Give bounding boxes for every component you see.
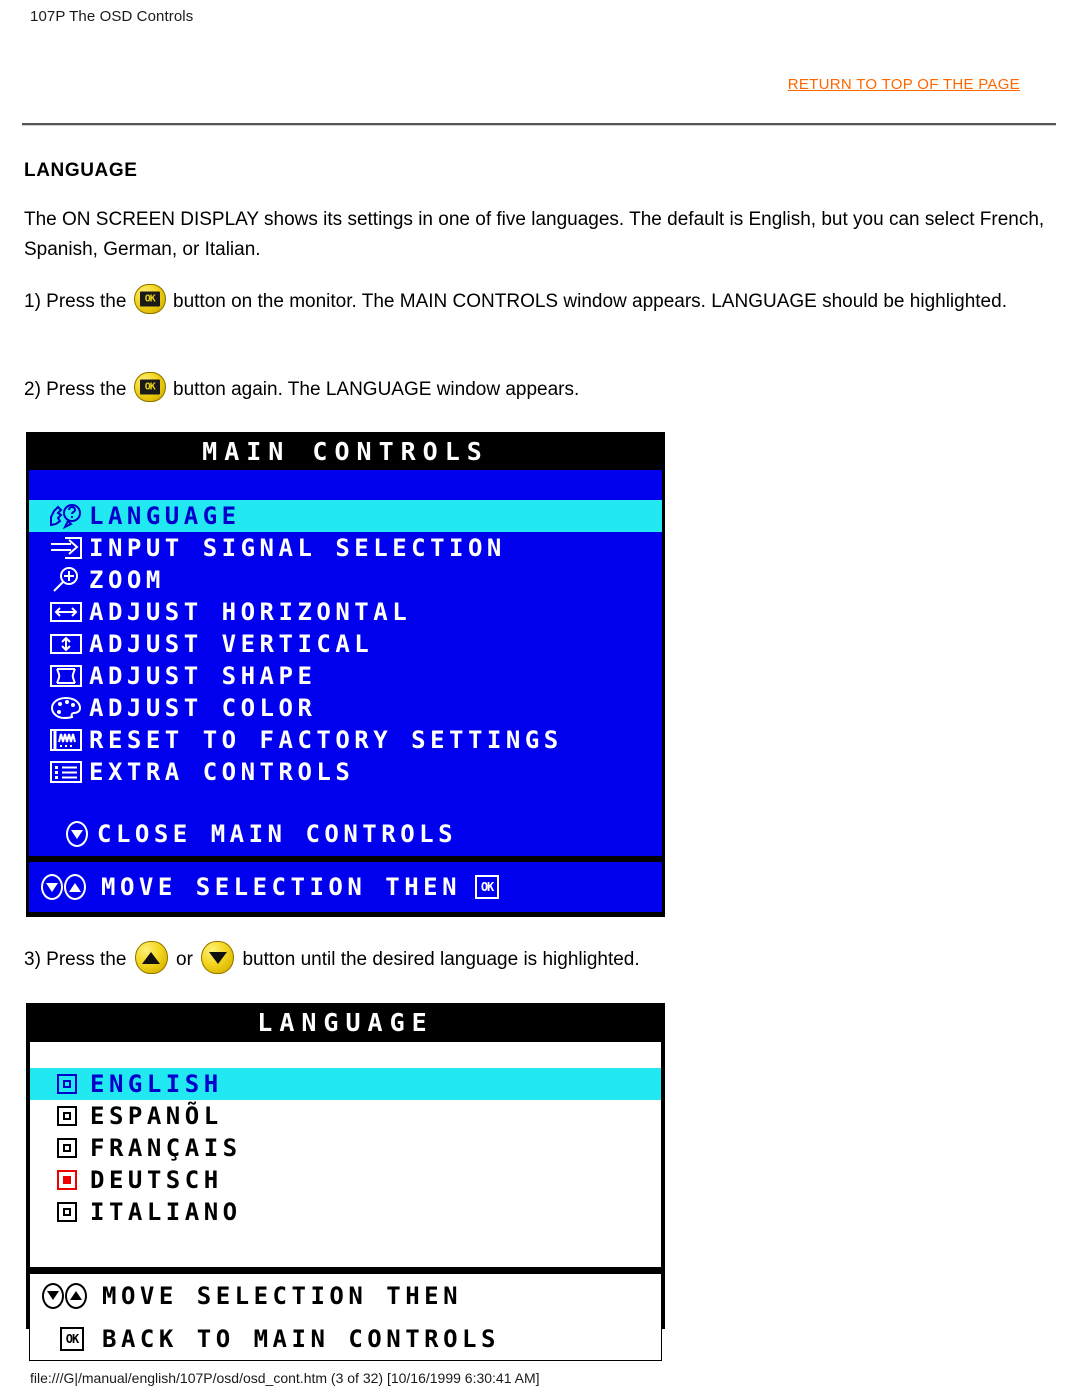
step-1-text-after: button on the monitor. The MAIN CONTROLS…	[173, 291, 1007, 312]
osd-menu-item-adjust-vertical[interactable]: ADJUST VERTICAL	[29, 628, 662, 660]
osd-menu-item-label: EXTRA CONTROLS	[89, 758, 355, 786]
osd-menu-item-label: RESET TO FACTORY SETTINGS	[89, 726, 563, 754]
step-1: 1) Press the OK button on the monitor. T…	[24, 283, 1054, 321]
osd-language-hint-row-1: MOVE SELECTION THEN	[30, 1274, 661, 1317]
list-lines-icon	[43, 760, 89, 784]
osd-menu-item-label: INPUT SIGNAL SELECTION	[89, 534, 506, 562]
osd-language-hint-label-1: MOVE SELECTION THEN	[102, 1281, 463, 1310]
osd-menu-item-reset-to-factory-settings[interactable]: RESET TO FACTORY SETTINGS	[29, 724, 662, 756]
osd-menu-item-adjust-color[interactable]: ADJUST COLOR	[29, 692, 662, 724]
osd-language-option-deutsch[interactable]: DEUTSCH	[30, 1164, 661, 1196]
arrows-horizontal-icon	[43, 601, 89, 623]
osd-language-option-label: ESPANÕL	[90, 1102, 223, 1130]
ok-box-icon: OK	[42, 1326, 102, 1351]
osd-menu-item-label: CLOSE MAIN CONTROLS	[97, 820, 458, 848]
ok-glyph: OK	[139, 379, 160, 395]
osd-main-footer: MOVE SELECTION THEN OK	[29, 862, 662, 912]
osd-language-option-list: ENGLISH ESPANÕL FRANÇAIS DEUTSCH ITALIAN…	[29, 1041, 662, 1268]
step-3: 3) Press the or button until the desired…	[24, 941, 1054, 979]
osd-menu-item-input-signal-selection[interactable]: INPUT SIGNAL SELECTION	[29, 532, 662, 564]
osd-main-hint-row: MOVE SELECTION THEN OK	[29, 862, 662, 912]
osd-menu-item-label: ADJUST COLOR	[89, 694, 317, 722]
horizontal-divider	[22, 123, 1056, 126]
page-title: LANGUAGE	[24, 160, 138, 181]
osd-menu-item-close-main-controls[interactable]: CLOSE MAIN CONTROLS	[29, 818, 662, 850]
osd-menu-item-label: ADJUST VERTICAL	[89, 630, 374, 658]
radio-button-selected-icon[interactable]	[44, 1170, 90, 1190]
osd-menu-item-zoom[interactable]: ZOOM	[29, 564, 662, 596]
osd-language-footer: MOVE SELECTION THEN OK BACK TO MAIN CONT…	[29, 1273, 662, 1361]
file-path-footer: file:///G|/manual/english/107P/osd/osd_c…	[30, 1370, 540, 1386]
osd-language-option-espanol[interactable]: ESPANÕL	[30, 1100, 661, 1132]
osd-main-menu-list: LANGUAGE INPUT SIGNAL SELECTION ZOOM ADJ…	[29, 470, 662, 856]
osd-main-title: MAIN CONTROLS	[27, 433, 664, 470]
step-2-text-after: button again. The LANGUAGE window appear…	[173, 379, 580, 400]
breadcrumb: 107P The OSD Controls	[30, 8, 194, 25]
reset-waveform-icon	[43, 728, 89, 752]
up-arrow-button-icon[interactable]	[134, 941, 168, 974]
osd-language-option-italiano[interactable]: ITALIANO	[30, 1196, 661, 1228]
arrows-vertical-icon	[43, 633, 89, 655]
step-2-text-before: 2) Press the	[24, 379, 127, 400]
osd-menu-item-adjust-horizontal[interactable]: ADJUST HORIZONTAL	[29, 596, 662, 628]
magnifier-plus-icon	[43, 566, 89, 594]
ok-glyph: OK	[139, 291, 160, 307]
osd-menu-item-adjust-shape[interactable]: ADJUST SHAPE	[29, 660, 662, 692]
osd-menu-item-label: ZOOM	[89, 566, 165, 594]
osd-menu-item-label: LANGUAGE	[89, 502, 241, 530]
osd-language-option-label: FRANÇAIS	[90, 1134, 242, 1162]
osd-menu-item-extra-controls[interactable]: EXTRA CONTROLS	[29, 756, 662, 788]
osd-language-title: LANGUAGE	[27, 1004, 664, 1041]
osd-language-option-english[interactable]: ENGLISH	[30, 1068, 661, 1100]
step-3-text-after: button until the desired language is hig…	[242, 949, 640, 970]
return-link-container: RETURN TO TOP OF THE PAGE	[0, 76, 1020, 94]
intro-paragraph: The ON SCREEN DISPLAY shows its settings…	[24, 209, 1045, 260]
step-3-or: or	[176, 949, 193, 970]
osd-language-option-francais[interactable]: FRANÇAIS	[30, 1132, 661, 1164]
osd-menu-item-label: ADJUST SHAPE	[89, 662, 317, 690]
radio-button-icon[interactable]	[44, 1202, 90, 1222]
step-3-text-before: 3) Press the	[24, 949, 127, 970]
step-1-text-before: 1) Press the	[24, 291, 127, 312]
osd-main-controls-window: MAIN CONTROLS LANGUAGE INPUT SIGNAL SELE…	[26, 432, 665, 917]
color-palette-icon	[43, 695, 89, 721]
shape-frame-icon	[43, 664, 89, 688]
radio-button-icon[interactable]	[44, 1074, 90, 1094]
osd-menu-item-label: ADJUST HORIZONTAL	[89, 598, 412, 626]
osd-ok-button-icon[interactable]: OK	[133, 372, 166, 402]
step-2: 2) Press the OK button again. The LANGUA…	[24, 371, 1054, 409]
osd-ok-button-icon[interactable]: OK	[133, 284, 166, 314]
osd-menu-spacer	[29, 788, 662, 818]
radio-button-icon[interactable]	[44, 1106, 90, 1126]
osd-main-hint-label: MOVE SELECTION THEN	[101, 873, 462, 901]
down-arrow-button-icon[interactable]	[201, 941, 235, 974]
down-arrow-badge-icon	[57, 821, 97, 847]
head-question-icon	[43, 503, 89, 529]
ok-box-icon: OK	[475, 875, 500, 899]
return-to-top-link[interactable]: RETURN TO TOP OF THE PAGE	[788, 76, 1020, 93]
osd-language-option-label: ITALIANO	[90, 1198, 242, 1226]
input-arrow-icon	[43, 536, 89, 560]
osd-language-option-label: ENGLISH	[90, 1070, 223, 1098]
up-down-arrow-badges-icon	[41, 874, 101, 900]
osd-language-hint-row-2: OK BACK TO MAIN CONTROLS	[30, 1317, 661, 1360]
osd-menu-item-language[interactable]: LANGUAGE	[29, 500, 662, 532]
radio-button-icon[interactable]	[44, 1138, 90, 1158]
osd-language-option-label: DEUTSCH	[90, 1166, 223, 1194]
ok-box-label: OK	[60, 1326, 84, 1351]
up-down-arrow-badges-icon	[42, 1282, 102, 1309]
osd-language-window: LANGUAGE ENGLISH ESPANÕL FRANÇAIS DEUTSC…	[26, 1003, 665, 1361]
osd-language-hint-label-2: BACK TO MAIN CONTROLS	[102, 1324, 500, 1353]
